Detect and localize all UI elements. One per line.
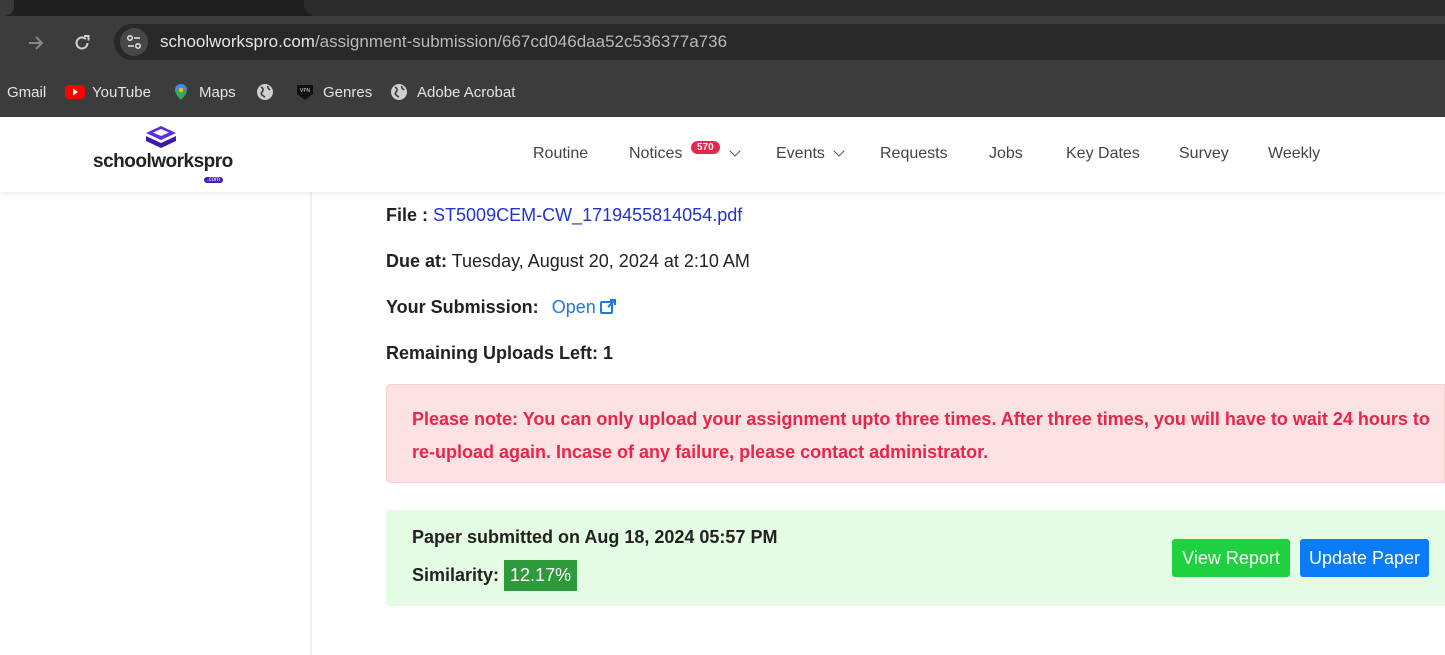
bookmark-label: Gmail xyxy=(7,83,47,101)
site-logo[interactable]: schoolworkspro .com xyxy=(93,125,233,185)
nav-routine[interactable]: Routine xyxy=(533,145,588,163)
browser-toolbar: schoolworkspro.com/assignment-submission… xyxy=(0,16,1445,66)
bookmark-gmail[interactable]: Gmail xyxy=(7,82,46,102)
bookmark-label: Genres xyxy=(323,83,373,101)
nav-events-label: Events xyxy=(776,145,825,162)
nav-survey[interactable]: Survey xyxy=(1179,145,1229,163)
bookmark-label: Adobe Acrobat xyxy=(417,83,516,101)
nav-notices[interactable]: Notices 570 xyxy=(629,141,741,163)
bookmarks-bar: Gmail YouTube Maps VPN Genres Adobe Acro… xyxy=(0,66,1445,117)
external-link-icon xyxy=(599,299,616,315)
nav-weekly[interactable]: Weekly xyxy=(1268,145,1320,163)
globe-icon xyxy=(256,83,274,101)
svg-text:VPN: VPN xyxy=(300,88,310,94)
bookmark-label: Maps xyxy=(199,83,236,101)
nav-jobs[interactable]: Jobs xyxy=(989,145,1023,163)
view-report-button[interactable]: View Report xyxy=(1172,539,1290,577)
url-text: schoolworkspro.com/assignment-submission… xyxy=(160,32,727,52)
due-value: Tuesday, August 20, 2024 at 2:10 AM xyxy=(451,251,750,271)
url-host: schoolworkspro.com xyxy=(160,32,315,51)
alert-text: Please note: You can only upload your as… xyxy=(412,409,1430,462)
sidebar-divider xyxy=(310,192,312,655)
open-submission-link[interactable]: Open xyxy=(552,297,616,317)
logo-suffix: .com xyxy=(204,177,224,183)
similarity-badge: 12.17% xyxy=(504,560,578,591)
bookmark-label: YouTube xyxy=(92,83,151,101)
browser-tab[interactable] xyxy=(0,0,14,16)
submitted-date: Paper submitted on Aug 18, 2024 05:57 PM xyxy=(412,527,778,547)
update-paper-button[interactable]: Update Paper xyxy=(1300,539,1429,577)
submission-label: Your Submission: xyxy=(386,297,539,317)
nav-requests[interactable]: Requests xyxy=(880,145,948,163)
vpn-icon: VPN xyxy=(296,83,314,101)
site-header: schoolworkspro .com Routine Notices 570 … xyxy=(0,117,1445,192)
file-label: File : xyxy=(386,205,429,225)
submission-status-panel: Paper submitted on Aug 18, 2024 05:57 PM… xyxy=(386,510,1445,606)
address-bar[interactable]: schoolworkspro.com/assignment-submission… xyxy=(114,24,1445,60)
site-info-icon[interactable] xyxy=(120,28,148,56)
bookmark-genres[interactable]: VPN Genres xyxy=(296,82,372,102)
nav-key-dates[interactable]: Key Dates xyxy=(1066,145,1140,163)
youtube-icon xyxy=(65,83,85,101)
maps-icon xyxy=(172,83,190,101)
chevron-down-icon xyxy=(833,145,846,157)
file-row: File : ST5009CEM-CW_1719455814054.pdf xyxy=(386,205,742,226)
submission-row: Your Submission: Open xyxy=(386,297,616,318)
similarity-row: Similarity: 12.17% xyxy=(412,560,578,591)
reload-icon[interactable] xyxy=(72,33,92,53)
url-path: /assignment-submission/667cd046daa52c536… xyxy=(314,32,728,51)
nav-notices-label: Notices xyxy=(629,145,683,162)
globe-icon xyxy=(390,83,408,101)
logo-cube-icon xyxy=(146,126,176,148)
open-link-label: Open xyxy=(551,297,596,317)
remaining-uploads-label: Remaining Uploads Left: 1 xyxy=(386,343,614,363)
notices-count-badge: 570 xyxy=(691,141,720,154)
browser-tabstrip xyxy=(0,0,1445,16)
remaining-uploads: Remaining Uploads Left: 1 xyxy=(386,343,613,364)
upload-limit-alert: Please note: You can only upload your as… xyxy=(386,384,1445,483)
nav-events[interactable]: Events xyxy=(776,145,846,163)
bookmark-youtube[interactable]: YouTube xyxy=(65,82,151,102)
logo-text: schoolworkspro xyxy=(93,151,233,172)
bookmark-globe[interactable] xyxy=(256,82,283,102)
bookmark-maps[interactable]: Maps xyxy=(172,82,236,102)
browser-tab-area xyxy=(304,0,1445,16)
chevron-down-icon xyxy=(729,145,741,157)
due-label: Due at: xyxy=(386,251,448,271)
forward-icon[interactable] xyxy=(26,33,46,53)
due-row: Due at: Tuesday, August 20, 2024 at 2:10… xyxy=(386,251,750,272)
file-link[interactable]: ST5009CEM-CW_1719455814054.pdf xyxy=(433,205,742,225)
similarity-label: Similarity: xyxy=(412,565,500,585)
bookmark-adobe-acrobat[interactable]: Adobe Acrobat xyxy=(390,82,515,102)
